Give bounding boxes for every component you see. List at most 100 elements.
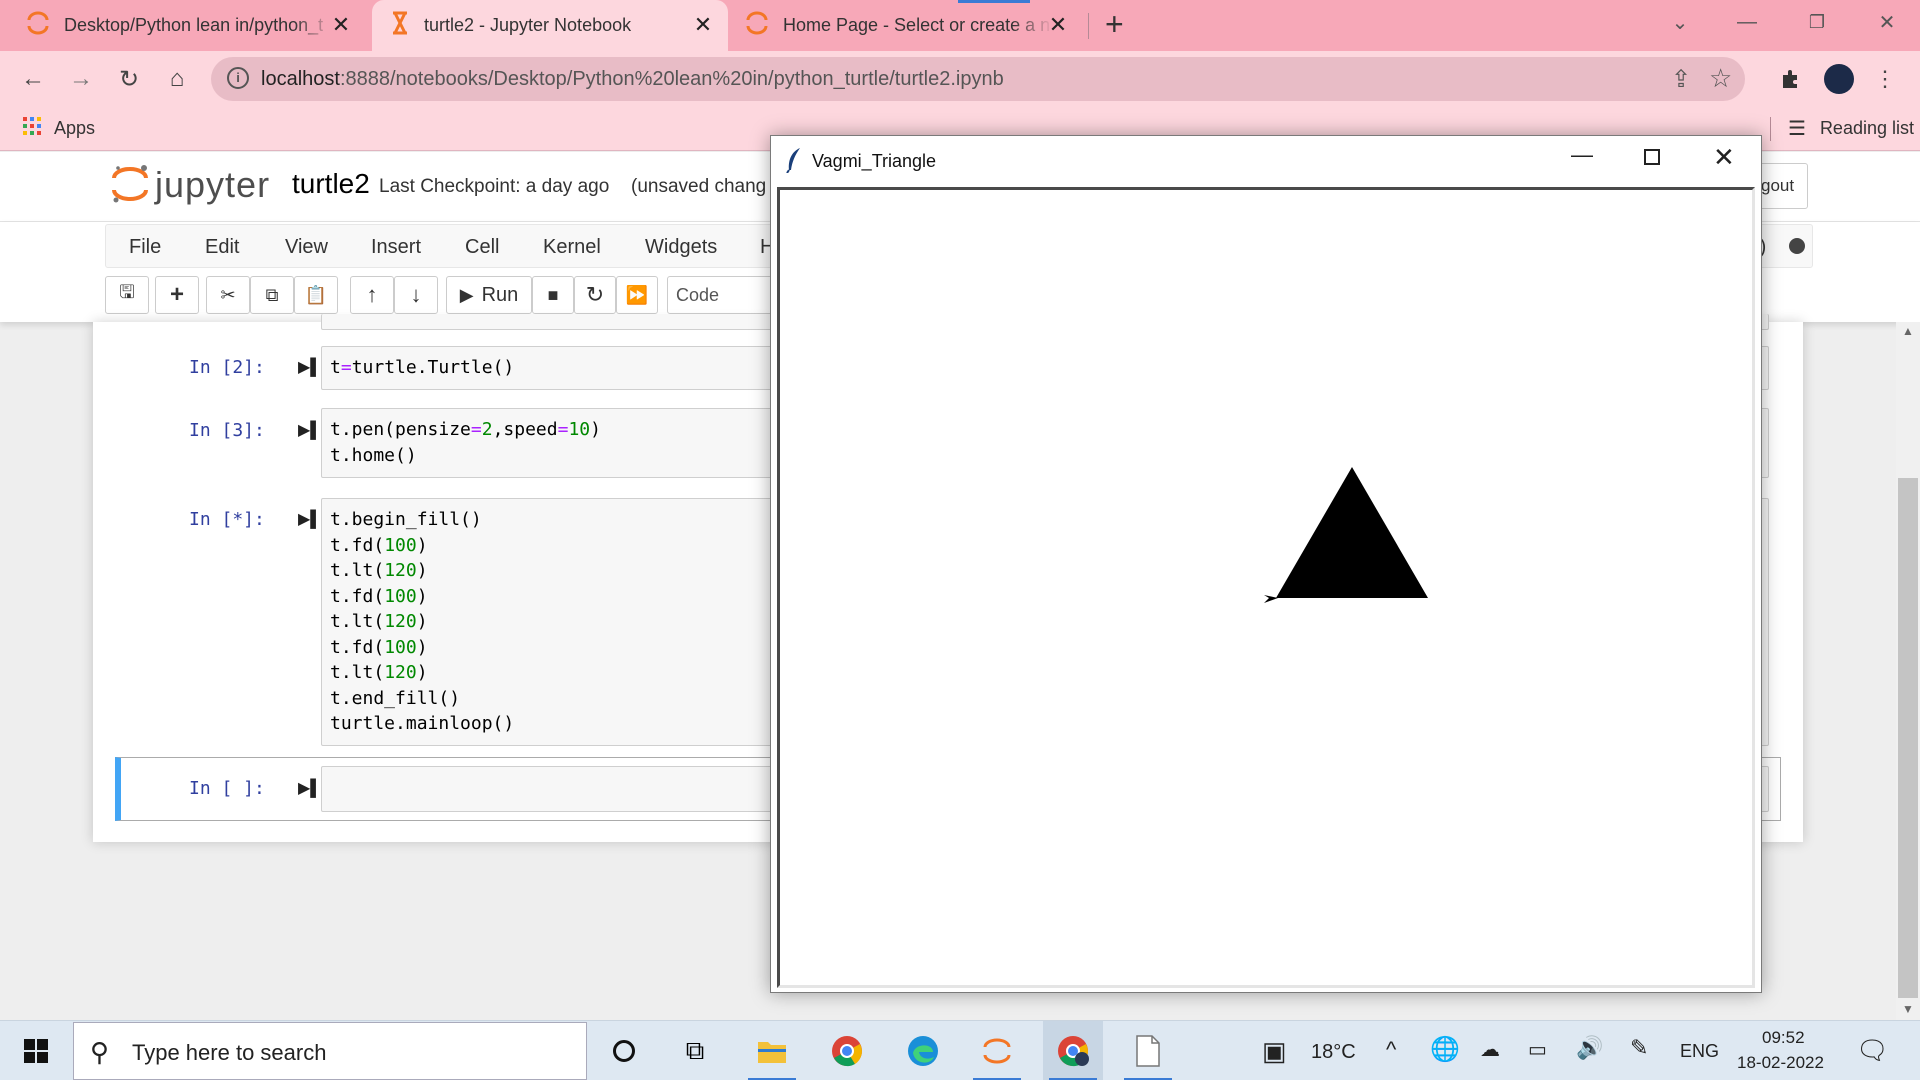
notifications-icon[interactable]: 🗨 [1856,1035,1889,1066]
cell-type-select[interactable]: Code [667,276,777,314]
paste-button[interactable]: 📋 [294,276,338,314]
weather-icon[interactable]: ▣ [1262,1036,1287,1067]
loading-indicator [958,0,1030,3]
turtle-minimize-icon[interactable]: — [1571,142,1593,168]
extensions-icon[interactable] [1774,62,1808,96]
task-view-icon: ⧉ [685,1035,705,1065]
reading-list-button[interactable]: ☰ Reading list [1788,116,1914,141]
jupyter-taskbar-button[interactable] [967,1021,1027,1080]
unsaved-status: (unsaved chang [631,176,767,197]
run-button[interactable]: ▶ Run [446,276,532,314]
page-scrollbar[interactable]: ▲ ▼ [1896,322,1920,1020]
turtle-titlebar[interactable]: Vagmi_Triangle — ✕ [771,136,1761,186]
scissors-icon: ✂ [220,284,236,305]
turtle-canvas [777,187,1755,988]
tab-desktop[interactable]: Desktop/Python lean in/python_t ✕ [16,0,366,51]
run-cell-icon[interactable]: ▶▌ [298,357,322,377]
tab-title: Home Page - Select or create a n [783,15,1051,35]
cell-prompt: In [ ]: [189,778,265,799]
turtle-close-icon[interactable]: ✕ [1713,142,1735,173]
scroll-down-icon[interactable]: ▼ [1902,1002,1914,1016]
windows-logo-icon [24,1039,48,1063]
reload-icon[interactable]: ↻ [112,62,146,96]
run-cell-icon[interactable]: ▶▌ [298,420,322,440]
turtle-window-title: Vagmi_Triangle [812,151,937,171]
run-cell-icon[interactable]: ▶▌ [298,509,322,529]
cortana-button[interactable] [594,1021,654,1080]
more-menu-icon[interactable]: ⋮ [1868,62,1902,96]
menu-cell[interactable]: Cell [465,236,499,259]
copy-button[interactable]: ⧉ [250,276,294,314]
avatar[interactable] [1822,62,1856,96]
jupyter-logo[interactable] [110,162,150,211]
chrome-button[interactable] [817,1021,877,1080]
play-icon: ▶ [459,284,474,305]
windows-start-button[interactable] [6,1021,66,1080]
onedrive-icon[interactable]: ☁ [1480,1037,1500,1062]
filled-triangle [1276,467,1428,598]
close-icon[interactable]: ✕ [328,12,354,38]
scroll-up-icon[interactable]: ▲ [1902,324,1914,338]
save-button[interactable]: 🖫 [105,276,149,314]
folder-icon [758,1042,786,1063]
python-turtle-button[interactable] [1043,1021,1103,1080]
close-icon[interactable]: ✕ [690,12,716,38]
forward-icon[interactable]: → [64,62,98,96]
battery-icon[interactable]: ▭ [1528,1037,1547,1062]
tab-home-page[interactable]: Home Page - Select or create a n ✕ [733,0,1083,51]
globe-icon[interactable]: 🌐 [1430,1035,1460,1064]
document-button[interactable] [1118,1021,1178,1080]
close-icon[interactable]: ✕ [1045,12,1071,38]
taskbar-search[interactable]: ⚲ Type here to search [73,1022,587,1080]
plus-icon: + [169,281,184,308]
clock-date[interactable]: 18-02-2022 [1737,1053,1824,1073]
run-cell-icon[interactable]: ▶▌ [298,778,322,798]
run-all-button[interactable]: ⏩ [616,276,658,314]
insert-cell-button[interactable]: + [155,276,199,314]
clock-time[interactable]: 09:52 [1762,1028,1805,1048]
home-icon[interactable]: ⌂ [160,62,194,96]
url-text[interactable]: localhost:8888/notebooks/Desktop/Python%… [261,68,1004,91]
jupyter-logo-text: jupyter [155,164,271,205]
language-indicator[interactable]: ENG [1680,1041,1719,1062]
close-window-icon[interactable]: ✕ [1852,0,1920,44]
menu-kernel[interactable]: Kernel [543,236,601,259]
task-view-button[interactable]: ⧉ [665,1021,725,1080]
volume-icon[interactable]: 🔊 [1576,1035,1603,1061]
info-icon[interactable]: i [227,67,249,89]
restart-button[interactable]: ↻ [574,276,616,314]
scrollbar-thumb[interactable] [1898,478,1918,998]
temperature[interactable]: 18°C [1311,1041,1356,1064]
back-icon[interactable]: ← [16,62,50,96]
menu-view[interactable]: View [285,236,328,259]
notebook-name[interactable]: turtle2 [292,168,370,200]
restore-icon[interactable]: ❐ [1782,0,1852,44]
menu-file[interactable]: File [129,236,161,259]
turtle-drawing [1264,467,1428,603]
chrome-python-icon [1058,1036,1089,1067]
pen-icon[interactable]: ✎ [1630,1035,1648,1061]
tab-turtle2[interactable]: turtle2 - Jupyter Notebook ✕ [372,0,728,51]
bookmark-star-icon[interactable]: ☆ [1709,63,1732,94]
move-up-button[interactable]: ↑ [350,276,394,314]
tab-search-icon[interactable]: ⌄ [1645,0,1715,44]
kernel-busy-indicator [1789,238,1805,254]
menu-widgets[interactable]: Widgets [645,236,717,259]
share-icon[interactable]: ⇪ [1671,65,1691,94]
restart-icon: ↻ [585,282,605,307]
edge-button[interactable] [893,1021,953,1080]
cut-button[interactable]: ✂ [206,276,250,314]
interrupt-button[interactable]: ■ [532,276,574,314]
turtle-maximize-icon[interactable] [1644,149,1660,165]
address-bar[interactable]: i localhost:8888/notebooks/Desktop/Pytho… [211,57,1745,101]
menu-insert[interactable]: Insert [371,236,421,259]
file-explorer-button[interactable] [742,1021,802,1080]
bookmarks-divider [1770,117,1771,141]
new-tab-button[interactable]: + [1105,6,1124,43]
move-down-button[interactable]: ↓ [394,276,438,314]
apps-grid-icon [22,116,42,141]
show-hidden-icons[interactable]: ^ [1386,1037,1396,1063]
menu-edit[interactable]: Edit [205,236,239,259]
apps-shortcut[interactable]: Apps [22,116,95,141]
minimize-icon[interactable]: — [1712,0,1782,44]
